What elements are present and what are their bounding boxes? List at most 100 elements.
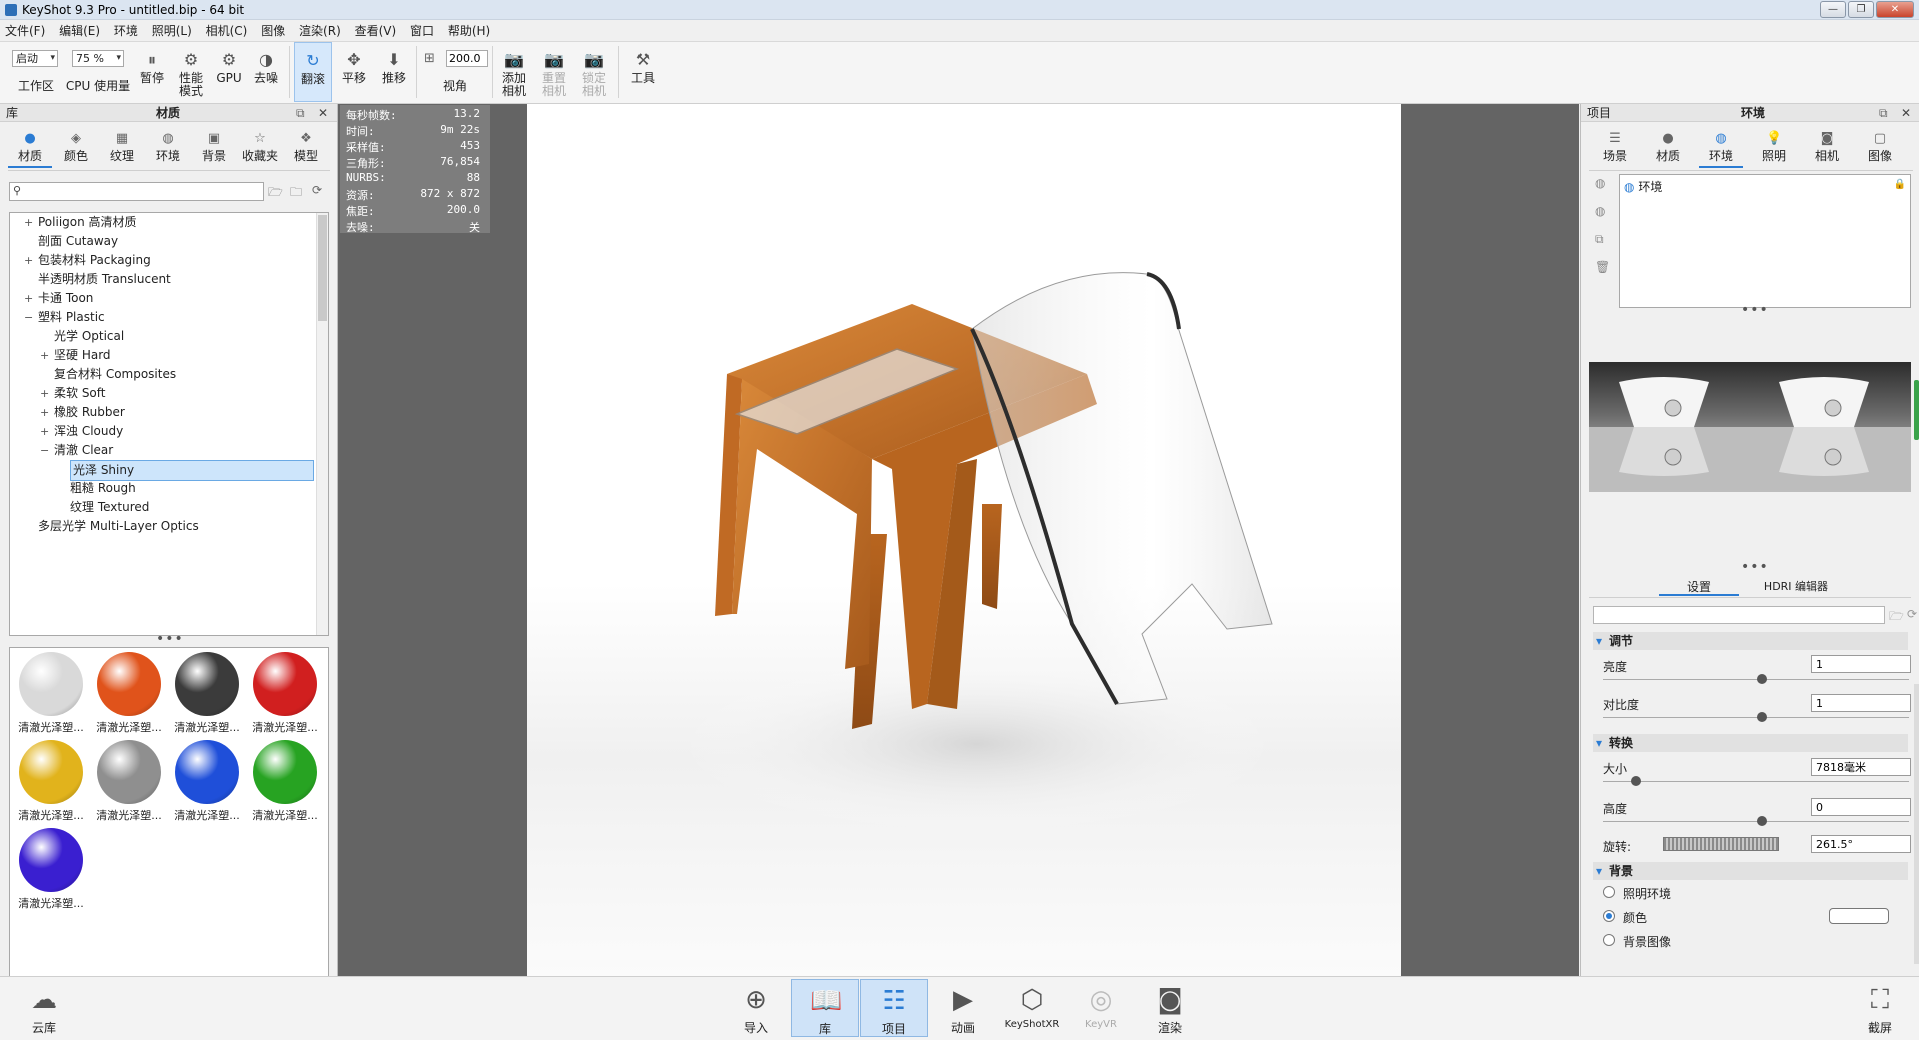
menu-render[interactable]: 渲染(R) — [294, 20, 346, 42]
render-button[interactable]: ◙ 渲染 — [1136, 979, 1204, 1037]
section-adjust[interactable]: 调节 — [1593, 632, 1908, 650]
bg-color-swatch[interactable] — [1829, 908, 1889, 924]
tab-colors[interactable]: ◈ 颜色 — [54, 128, 98, 168]
environment-edit-icon[interactable]: ⧉ — [1595, 232, 1604, 247]
size-knob[interactable] — [1631, 776, 1641, 786]
expand-icon[interactable]: + — [24, 251, 33, 270]
environment-path-input[interactable] — [1593, 606, 1885, 624]
expand-icon[interactable]: + — [24, 289, 33, 308]
maximize-button[interactable]: ❐ — [1848, 1, 1874, 18]
animation-button[interactable]: ▶ 动画 — [929, 979, 997, 1037]
subtab-hdri-editor[interactable]: HDRI 编辑器 — [1751, 578, 1841, 596]
menu-file[interactable]: 文件(F) — [0, 20, 50, 42]
rotation-input[interactable] — [1811, 835, 1911, 853]
delete-icon[interactable]: 🗑 — [1595, 260, 1610, 274]
contrast-knob[interactable] — [1757, 712, 1767, 722]
tab-materials[interactable]: ● 材质 — [8, 128, 52, 168]
menu-window[interactable]: 窗口 — [405, 20, 439, 42]
menu-edit[interactable]: 编辑(E) — [54, 20, 105, 42]
material-thumbnail[interactable]: 清澈光泽塑... — [14, 652, 88, 738]
settings-scrollbar[interactable] — [1914, 684, 1919, 964]
splitter-handle[interactable]: ••• — [1741, 302, 1769, 318]
material-thumbnail[interactable]: 清澈光泽塑... — [14, 740, 88, 826]
tab-models[interactable]: ❖ 模型 — [284, 128, 328, 168]
material-thumbnail[interactable]: 清澈光泽塑... — [248, 740, 322, 826]
menu-image[interactable]: 图像 — [256, 20, 290, 42]
open-folder-icon[interactable]: 🗁 — [1889, 607, 1904, 628]
expand-icon[interactable]: + — [40, 346, 49, 365]
menu-environment[interactable]: 环境 — [109, 20, 143, 42]
expand-icon[interactable]: + — [40, 403, 49, 422]
lock-camera-button[interactable]: 📷 锁定 相机 — [576, 42, 612, 102]
library-button[interactable]: 📖 库 — [791, 979, 859, 1037]
close-button[interactable]: ✕ — [1876, 1, 1914, 18]
brightness-slider[interactable] — [1603, 679, 1909, 680]
menu-camera[interactable]: 相机(C) — [201, 20, 253, 42]
add-camera-button[interactable]: 📷 添加 相机 — [496, 42, 532, 102]
tumble-button[interactable]: ↻ 翻滚 — [294, 42, 332, 102]
tab-camera[interactable]: ◙ 相机 — [1805, 128, 1849, 168]
tab-textures[interactable]: ▦ 纹理 — [100, 128, 144, 168]
section-background[interactable]: 背景 — [1593, 862, 1908, 880]
duplicate-environment-icon[interactable]: ◍ — [1595, 204, 1605, 218]
bg-lighting-env-radio[interactable] — [1603, 886, 1615, 898]
refresh-icon[interactable]: ⟳ — [1907, 607, 1917, 621]
screenshot-button[interactable]: ⛶ 截屏 — [1846, 979, 1914, 1037]
tab-material[interactable]: ● 材质 — [1646, 128, 1690, 168]
close-panel-icon[interactable]: ✕ — [318, 104, 328, 122]
keyvr-button[interactable]: ◎ KeyVR — [1067, 979, 1135, 1037]
material-thumbnail[interactable]: 清澈光泽塑... — [248, 652, 322, 738]
environment-list-item[interactable]: ◍ 环境 — [1624, 179, 1662, 195]
contrast-input[interactable] — [1811, 694, 1911, 712]
lock-icon[interactable]: 🔒 — [1894, 179, 1906, 190]
float-panel-icon[interactable]: ⧉ — [1879, 104, 1888, 122]
rotation-jog-wheel[interactable] — [1663, 837, 1779, 851]
collapse-icon[interactable]: − — [40, 441, 49, 460]
bg-image-radio[interactable] — [1603, 934, 1615, 946]
project-button[interactable]: ☷ 项目 — [860, 979, 928, 1037]
folder-search-icon[interactable]: 🗀 — [290, 183, 302, 204]
close-panel-icon[interactable]: ✕ — [1901, 104, 1911, 122]
cloud-library-button[interactable]: ☁ 云库 — [10, 979, 78, 1037]
section-transform[interactable]: 转换 — [1593, 734, 1908, 752]
tab-scene[interactable]: ☰ 场景 — [1593, 128, 1637, 168]
tab-environment[interactable]: ◍ 环境 — [1699, 128, 1743, 168]
material-thumbnail[interactable]: 清澈光泽塑... — [170, 652, 244, 738]
material-thumbnail[interactable]: 清澈光泽塑... — [14, 828, 88, 914]
expand-icon[interactable]: + — [40, 384, 49, 403]
add-environment-icon[interactable]: ◍ — [1595, 176, 1605, 190]
height-knob[interactable] — [1757, 816, 1767, 826]
tab-image[interactable]: ▢ 图像 — [1858, 128, 1902, 168]
menu-help[interactable]: 帮助(H) — [443, 20, 495, 42]
expand-icon[interactable]: + — [24, 213, 33, 232]
size-slider[interactable] — [1603, 781, 1909, 782]
pan-button[interactable]: ✥ 平移 — [336, 42, 372, 102]
menu-view[interactable]: 查看(V) — [350, 20, 402, 42]
float-panel-icon[interactable]: ⧉ — [296, 104, 305, 122]
height-slider[interactable] — [1603, 821, 1909, 822]
reset-camera-button[interactable]: 📷 重置 相机 — [536, 42, 572, 102]
bg-color-radio[interactable] — [1603, 910, 1615, 922]
brightness-input[interactable] — [1811, 655, 1911, 673]
gpu-button[interactable]: ⚙ GPU — [212, 42, 246, 102]
keyshotxr-button[interactable]: ⬡ KeyShotXR — [998, 979, 1066, 1037]
minimize-button[interactable]: — — [1820, 1, 1846, 18]
material-thumbnail[interactable]: 清澈光泽塑... — [92, 740, 166, 826]
splitter-handle[interactable]: ••• — [1741, 559, 1769, 575]
brightness-knob[interactable] — [1757, 674, 1767, 684]
subtab-settings[interactable]: 设置 — [1659, 578, 1739, 596]
performance-mode-button[interactable]: ⚙ 性能 模式 — [172, 42, 210, 102]
tab-backplates[interactable]: ▣ 背景 — [192, 128, 236, 168]
collapse-icon[interactable]: − — [24, 308, 33, 327]
library-search-input[interactable]: ⚲ — [9, 182, 264, 201]
expand-icon[interactable]: + — [40, 422, 49, 441]
material-thumbnail[interactable]: 清澈光泽塑... — [92, 652, 166, 738]
open-folder-icon[interactable]: 🗁 — [268, 183, 283, 204]
import-button[interactable]: ⊕ 导入 — [722, 979, 790, 1037]
splitter-handle[interactable]: ••• — [156, 631, 184, 647]
material-thumbnail[interactable]: 清澈光泽塑... — [170, 740, 244, 826]
menu-lighting[interactable]: 照明(L) — [147, 20, 197, 42]
denoise-button[interactable]: ◑ 去噪 — [248, 42, 284, 102]
refresh-icon[interactable]: ⟳ — [312, 183, 322, 197]
tree-scroll-thumb[interactable] — [318, 215, 327, 321]
